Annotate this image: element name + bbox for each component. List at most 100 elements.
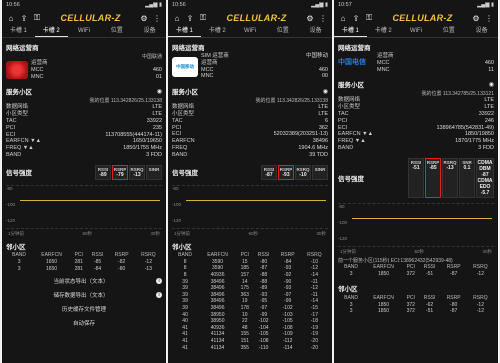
- menu-item[interactable]: 历史缓存文件管理: [2, 302, 166, 316]
- neighbor-cell: -114: [282, 344, 293, 351]
- signal-value: -10: [299, 171, 307, 178]
- serving-key: 小区类型: [172, 110, 195, 117]
- tab-4[interactable]: 设备: [299, 26, 332, 37]
- neighbor-cell: -109: [282, 331, 293, 338]
- signal-value: -13: [446, 164, 454, 171]
- eye-icon[interactable]: ◉: [157, 88, 162, 95]
- signal-section: 信号强度 RSSI -87 RSRP -93 RSRQ -10 SINR: [168, 161, 332, 183]
- prev-cell-table: BAND EARFCN PCI RSSI RSRP RSRQ 3 1850 372 -51 -87 -…: [338, 264, 494, 278]
- signal-heading: 信号强度: [338, 175, 364, 183]
- lock-icon[interactable]: ⚿: [198, 13, 208, 23]
- serving-value: 138964785(542831-49): [436, 124, 495, 131]
- neighbor-cell: -97: [284, 291, 292, 298]
- neighbor-cell: 39: [182, 285, 188, 292]
- lock-icon[interactable]: ⚿: [364, 13, 374, 23]
- neighbor-cell: -62: [425, 301, 434, 308]
- neighbor-cell: -112: [282, 337, 293, 344]
- signal-value: -51: [412, 164, 420, 171]
- neighbor-cell: -88: [259, 272, 268, 279]
- eye-icon[interactable]: ◉: [323, 88, 328, 95]
- neighbor-cell: 3: [17, 259, 21, 266]
- share-icon[interactable]: ⇪: [185, 13, 195, 23]
- operator-key: MCC: [377, 59, 390, 66]
- home-icon[interactable]: ⌂: [172, 13, 182, 23]
- menu-item[interactable]: 当前状态导出（文本） i: [2, 274, 166, 288]
- cdma-text: CDMA: [477, 177, 493, 184]
- lock-icon[interactable]: ⚿: [32, 13, 42, 23]
- tab-4[interactable]: 设备: [465, 26, 498, 37]
- menu-label: 自动保存: [72, 320, 95, 327]
- tab-4[interactable]: 设备: [133, 26, 166, 37]
- operator-row: 运营商: [31, 60, 162, 67]
- serving-title: 服务小区 ◉: [338, 79, 494, 90]
- menu-icon[interactable]: ⋮: [152, 13, 162, 23]
- neighbor-cell: 363: [240, 291, 249, 298]
- neighbor-header-cell: RSRQ: [307, 252, 322, 259]
- gear-icon[interactable]: ⚙: [139, 13, 149, 23]
- tab-3[interactable]: 位置: [100, 26, 133, 37]
- share-icon[interactable]: ⇪: [351, 13, 361, 23]
- signal-cell: RSRQ -10: [295, 164, 311, 180]
- neighbor-cell: 10: [241, 311, 248, 318]
- neighbor-header-cell: EARFCN: [41, 252, 62, 259]
- operator-value: 460: [318, 66, 328, 73]
- tab-2[interactable]: WiFi: [68, 26, 101, 37]
- neighbor-cell: 38950: [210, 311, 225, 318]
- menu-item[interactable]: 自动保存: [2, 316, 166, 330]
- signal-heading: 信号强度: [6, 170, 32, 178]
- tab-0[interactable]: 卡槽 1: [168, 26, 201, 37]
- signal-value: -85: [429, 164, 437, 171]
- info-icon[interactable]: i: [156, 291, 162, 298]
- serving-row: ECI 52032389(203251-13): [172, 131, 328, 138]
- neighbor-header-cell: RSRQ: [141, 252, 156, 259]
- eye-icon[interactable]: ◉: [489, 81, 494, 88]
- neighbor-cell: -99: [259, 311, 268, 318]
- neighbor-cell: -12: [144, 259, 152, 266]
- neighbor-header-cell: PCI: [406, 294, 415, 301]
- menu-icon[interactable]: ⋮: [318, 13, 328, 23]
- prev-header-cell: RSRP: [446, 264, 461, 271]
- tab-0[interactable]: 卡槽 1: [334, 26, 367, 37]
- serving-row: 数据网络 LTE: [338, 97, 494, 104]
- home-icon[interactable]: ⌂: [6, 13, 16, 23]
- operator-value: 中国移动: [305, 53, 328, 59]
- graph-y-label: -80: [172, 185, 179, 191]
- operator-row: SIM 运营商 中国移动: [201, 53, 328, 60]
- neighbor-header-cell: PCI: [240, 252, 249, 259]
- neighbor-header-cell: EARFCN: [207, 252, 228, 259]
- signal-graph: -80 -100 -120: [338, 202, 494, 247]
- operator-row: MCC 460: [201, 67, 328, 74]
- operator-logo-row: 中国电信 运营商 MCC 460 MNC 11: [338, 53, 494, 73]
- tab-3[interactable]: 位置: [266, 26, 299, 37]
- neighbor-cell: 41134: [210, 331, 225, 338]
- prev-cell: 372: [406, 271, 415, 278]
- gear-icon[interactable]: ⚙: [471, 13, 481, 23]
- gear-icon[interactable]: ⚙: [305, 13, 315, 23]
- tab-1[interactable]: 卡槽 2: [367, 26, 400, 37]
- tab-0[interactable]: 卡槽 1: [2, 26, 35, 37]
- prev-header-cell: RSSI: [423, 264, 436, 271]
- location-text: 我的位置 113.342826/25.133138: [255, 98, 328, 105]
- neighbor-cell: 1850: [377, 308, 390, 315]
- neighbor-table: BAND EARFCN PCI RSSI RSRP RSRQ 3 1850 372 -62 -80-…: [338, 294, 494, 314]
- signal-value: -87: [265, 171, 273, 178]
- home-icon[interactable]: ⌂: [338, 13, 348, 23]
- tab-3[interactable]: 位置: [432, 26, 465, 37]
- serving-title: 服务小区 ◉: [172, 86, 328, 97]
- tab-1[interactable]: 卡槽 2: [34, 26, 68, 37]
- menu-item[interactable]: 储存数据导出（文本） i: [2, 288, 166, 302]
- tab-2[interactable]: WiFi: [234, 26, 267, 37]
- neighbor-cell: -102: [258, 318, 269, 325]
- menu-icon[interactable]: ⋮: [484, 13, 494, 23]
- tab-2[interactable]: WiFi: [400, 26, 433, 37]
- neighbor-header-cell: EARFCN: [373, 294, 394, 301]
- status-bar: 10:56 ▂▄▆ ▮: [2, 0, 166, 10]
- neighbor-cell: 281: [74, 259, 83, 266]
- serving-value: 3 FDD: [478, 144, 494, 151]
- serving-key: ECI: [6, 131, 16, 138]
- share-icon[interactable]: ⇪: [19, 13, 29, 23]
- tab-1[interactable]: 卡槽 2: [201, 26, 234, 37]
- info-icon[interactable]: i: [156, 277, 162, 284]
- operator-kv-list: 运营商 MCC 460 MNC 01: [31, 60, 162, 80]
- prev-cell: -12: [476, 271, 484, 278]
